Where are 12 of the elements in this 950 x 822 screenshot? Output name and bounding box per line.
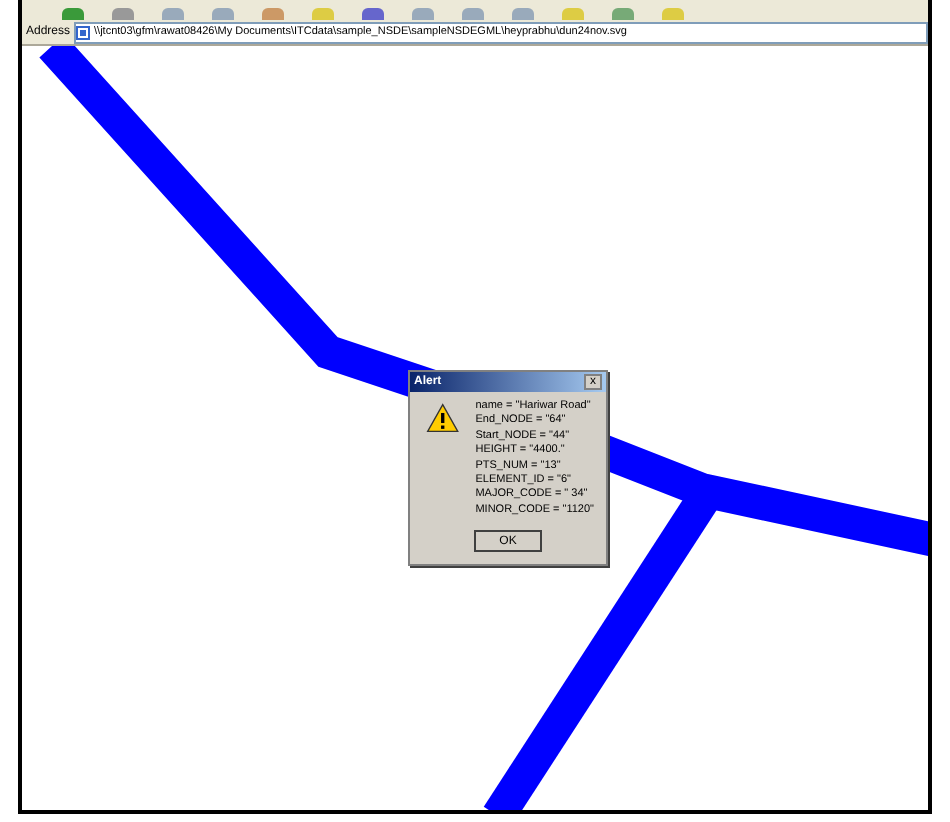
toolbar-icon[interactable] [362,8,384,20]
toolbar-icon[interactable] [412,8,434,20]
toolbar-icon[interactable] [512,8,534,20]
warning-icon [426,400,460,436]
toolbar-icon[interactable] [212,8,234,20]
toolbar-icon[interactable] [462,8,484,20]
toolbar-icon[interactable] [62,8,84,20]
toolbar-icon[interactable] [612,8,634,20]
toolbar-icon[interactable] [262,8,284,20]
page-icon [76,25,91,39]
toolbar-icon[interactable] [162,8,184,20]
toolbar-icon[interactable] [112,8,134,20]
